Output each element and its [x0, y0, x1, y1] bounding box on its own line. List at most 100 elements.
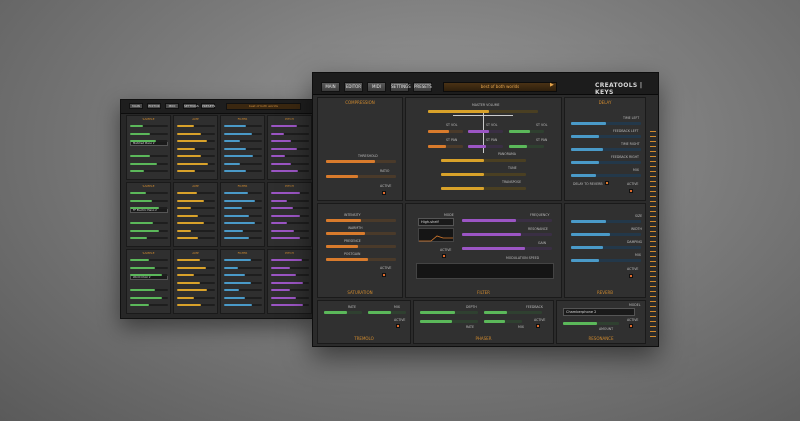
phaser-depth-slider[interactable]	[420, 311, 478, 314]
phaser-active-toggle[interactable]	[536, 324, 540, 328]
tremolo-mix-slider[interactable]	[368, 311, 406, 314]
phaser-mix-slider[interactable]	[484, 320, 522, 323]
back-preset-display[interactable]: best of both worlds	[226, 103, 301, 110]
back-slider[interactable]	[177, 199, 215, 202]
back-slider[interactable]	[271, 274, 309, 276]
filter-active-toggle[interactable]	[442, 254, 446, 258]
st1-vol-slider[interactable]	[428, 130, 463, 133]
back-slider[interactable]	[224, 281, 262, 284]
st1-pan-slider[interactable]	[428, 145, 463, 148]
back-slider[interactable]	[130, 229, 168, 232]
back-slider[interactable]	[130, 199, 168, 202]
reverb-mix-slider[interactable]	[571, 259, 641, 262]
back-slider[interactable]	[177, 162, 215, 165]
back-slider[interactable]	[130, 125, 168, 127]
back-slider[interactable]	[130, 207, 168, 209]
back-slider[interactable]	[177, 281, 215, 284]
compression-active-toggle[interactable]	[382, 191, 386, 195]
compression-ratio-slider[interactable]	[326, 175, 396, 178]
reverb-damping-slider[interactable]	[571, 246, 641, 249]
back-slider[interactable]	[224, 207, 262, 209]
back-slider[interactable]	[271, 229, 309, 232]
delay-feedback-left-slider[interactable]	[571, 135, 641, 138]
preset-name-display[interactable]: best of both worlds	[443, 82, 557, 92]
back-nav-midi[interactable]: MIDI	[165, 103, 179, 109]
back-slider[interactable]	[130, 237, 168, 239]
back-slider[interactable]	[177, 266, 215, 269]
back-slider[interactable]	[130, 274, 168, 276]
delay-mix-slider[interactable]	[571, 174, 641, 177]
back-slider[interactable]	[271, 207, 309, 209]
back-slider[interactable]	[177, 274, 215, 276]
back-slider[interactable]	[271, 281, 309, 284]
back-slider[interactable]	[177, 155, 215, 157]
reverb-active-toggle[interactable]	[629, 274, 633, 278]
back-slider[interactable]	[224, 296, 262, 299]
filter-frequency-slider[interactable]	[462, 219, 552, 222]
phaser-rate-slider[interactable]	[420, 320, 478, 323]
back-slider[interactable]	[177, 132, 215, 135]
back-slider[interactable]	[224, 274, 262, 276]
back-slider[interactable]	[224, 140, 262, 142]
back-slider[interactable]	[130, 222, 168, 224]
back-slider[interactable]	[177, 214, 215, 217]
tune-slider[interactable]	[441, 173, 526, 176]
phaser-feedback-slider[interactable]	[484, 311, 542, 314]
st3-pan-slider[interactable]	[509, 145, 544, 148]
nav-settings-button[interactable]: SETTINGS	[390, 82, 411, 92]
back-slider[interactable]	[130, 140, 168, 142]
compression-threshold-slider[interactable]	[326, 160, 396, 163]
tremolo-active-toggle[interactable]	[396, 324, 400, 328]
tremolo-rate-slider[interactable]	[324, 311, 362, 314]
filter-gain-slider[interactable]	[462, 247, 552, 250]
delay-feedback-right-slider[interactable]	[571, 161, 641, 164]
filter-resonance-slider[interactable]	[462, 233, 552, 236]
st2-pan-slider[interactable]	[468, 145, 503, 148]
back-slider[interactable]	[177, 140, 215, 142]
back-slider[interactable]	[177, 192, 215, 194]
back-slider[interactable]	[130, 259, 168, 261]
resonance-active-toggle[interactable]	[629, 324, 633, 328]
back-slider[interactable]	[271, 170, 309, 172]
back-slider[interactable]	[271, 304, 309, 306]
st3-vol-slider[interactable]	[509, 130, 544, 133]
back-slider[interactable]	[271, 192, 309, 194]
back-slider[interactable]	[224, 289, 262, 291]
nav-presets-button[interactable]: PRESETS	[413, 82, 432, 92]
nav-main-button[interactable]: MAIN	[321, 82, 340, 92]
back-slider[interactable]	[224, 125, 262, 127]
transpose-slider[interactable]	[441, 187, 526, 190]
back-nav-presets[interactable]: PRESETS	[201, 103, 215, 109]
back-slider[interactable]	[177, 222, 215, 224]
nav-editor-button[interactable]: EDITOR	[344, 82, 363, 92]
preset-next-icon[interactable]: ▶	[550, 82, 554, 88]
back-slider[interactable]	[271, 214, 309, 217]
back-nav-editor[interactable]: EDITOR	[147, 103, 161, 109]
back-slider[interactable]	[224, 162, 262, 165]
back-slider[interactable]	[271, 140, 309, 142]
back-slider[interactable]	[224, 259, 262, 261]
back-nav-settings[interactable]: SETTINGS	[183, 103, 199, 109]
back-slider[interactable]	[271, 132, 309, 135]
back-slider[interactable]	[271, 162, 309, 165]
st2-vol-slider[interactable]	[468, 130, 503, 133]
back-slider[interactable]	[224, 192, 262, 194]
panorama-slider[interactable]	[441, 159, 526, 162]
back-slider[interactable]	[271, 259, 309, 261]
back-slider[interactable]	[177, 229, 215, 232]
back-slider[interactable]	[224, 222, 262, 224]
back-slider[interactable]	[224, 170, 262, 172]
back-slider[interactable]	[130, 132, 168, 135]
delay-active-toggle[interactable]	[629, 189, 633, 193]
back-slider[interactable]	[271, 296, 309, 299]
back-slider[interactable]	[224, 155, 262, 157]
back-nav-main[interactable]: MAIN	[129, 103, 143, 109]
saturation-active-toggle[interactable]	[382, 273, 386, 277]
back-slider[interactable]	[130, 170, 168, 172]
back-slider[interactable]	[130, 304, 168, 306]
back-slider[interactable]	[224, 237, 262, 239]
reverb-size-slider[interactable]	[571, 220, 641, 223]
saturation-warmth-slider[interactable]	[326, 232, 396, 235]
back-slider[interactable]	[224, 214, 262, 217]
back-slider[interactable]	[177, 147, 215, 150]
